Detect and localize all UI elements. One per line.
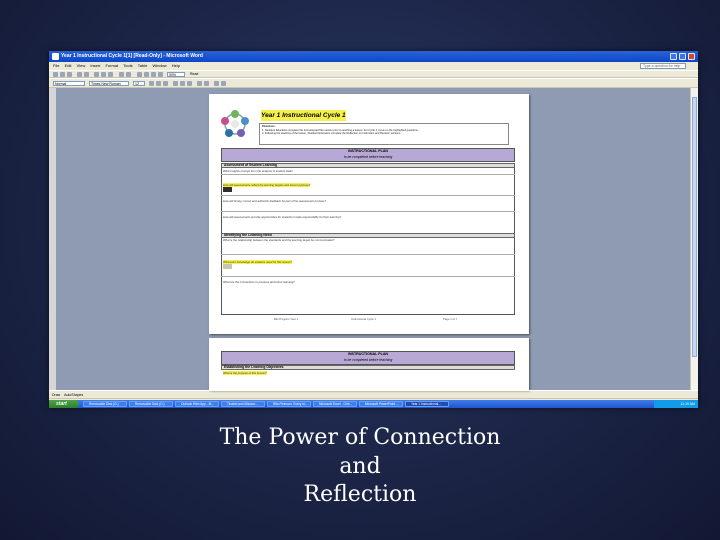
footer-center: Instructional Cycle 1: [351, 317, 377, 321]
menu-bar: File Edit View Insert Format Tools Table…: [49, 62, 698, 70]
underline-icon[interactable]: [163, 81, 168, 86]
standard-toolbar: 90% Read: [49, 70, 698, 78]
menu-table[interactable]: Table: [138, 63, 148, 68]
taskbar-item[interactable]: Microsoft PowerPoint ...: [359, 401, 403, 407]
question: What is the relationship between the sta…: [223, 238, 335, 242]
divider: [221, 276, 515, 277]
caption-line-1: The Power of Connection: [219, 425, 501, 450]
taskbar-item[interactable]: Removable Disk (G:): [129, 401, 173, 407]
maximize-button[interactable]: [679, 53, 686, 60]
divider: [221, 195, 515, 196]
taskbar: start Removable Disk (G:) Removable Disk…: [49, 400, 698, 408]
vertical-ruler: [49, 88, 56, 390]
columns-icon[interactable]: [144, 72, 149, 77]
taskbar-item[interactable]: Tinabel and Mission...: [221, 401, 265, 407]
drawing-toolbar: Draw AutoShapes: [49, 390, 698, 398]
save-icon[interactable]: [67, 72, 72, 77]
undo-icon[interactable]: [119, 72, 124, 77]
table-icon[interactable]: [137, 72, 142, 77]
font-color-icon[interactable]: [221, 81, 226, 86]
autoshapes-menu[interactable]: AutoShapes: [64, 393, 83, 397]
close-button[interactable]: [688, 53, 695, 60]
italic-icon[interactable]: [156, 81, 161, 86]
numbering-icon[interactable]: [197, 81, 202, 86]
menu-help[interactable]: Help: [172, 63, 180, 68]
cut-icon[interactable]: [94, 72, 99, 77]
zoom-select[interactable]: 90%: [167, 72, 185, 77]
help-search-input[interactable]: Type a question for help: [640, 63, 686, 69]
vertical-scrollbar[interactable]: [690, 88, 698, 390]
question: What insights emerge from the analysis o…: [223, 169, 293, 173]
footer-left: RE Program Year 1: [274, 317, 299, 321]
menu-edit[interactable]: Edit: [65, 63, 72, 68]
menu-insert[interactable]: Insert: [90, 63, 100, 68]
print-icon[interactable]: [77, 72, 82, 77]
highlighted-question: How will assessments reflect the learnin…: [223, 183, 311, 187]
align-center-icon[interactable]: [180, 81, 185, 86]
question: How will assessments provide opportuniti…: [223, 215, 342, 219]
slide-caption: The Power of Connection and Reflection: [160, 424, 560, 510]
document-title: Year 1 Instructional Cycle 1: [261, 110, 346, 121]
start-button[interactable]: start: [49, 400, 79, 408]
divider: [221, 174, 515, 175]
copy-icon[interactable]: [101, 72, 106, 77]
menu-file[interactable]: File: [53, 63, 59, 68]
scroll-thumb[interactable]: [692, 97, 697, 357]
directions-label: Directions:: [262, 125, 276, 128]
taskbar-item[interactable]: Removable Disk (G:): [83, 401, 127, 407]
cycle-logo-icon: [221, 110, 249, 137]
formatting-toolbar: Normal Times New Roman 12: [49, 78, 698, 88]
answer-block: [223, 187, 232, 192]
style-select[interactable]: Normal: [53, 81, 85, 86]
bullets-icon[interactable]: [204, 81, 209, 86]
screenshot-window: Year 1 Instructional Cycle 1[1] [Read-On…: [49, 51, 698, 408]
font-select[interactable]: Times New Roman: [89, 81, 129, 86]
open-icon[interactable]: [60, 72, 65, 77]
section-assessment: Assessment of Student Learning: [221, 163, 515, 168]
answer-block: [223, 264, 232, 269]
caption-line-2: and: [339, 453, 381, 479]
directions-box: Directions: 1. Resident Educators comple…: [259, 123, 509, 145]
font-size-select[interactable]: 12: [133, 81, 145, 86]
paste-icon[interactable]: [108, 72, 113, 77]
divider: [221, 211, 515, 212]
highlighted-question: What prior knowledge do students need fo…: [223, 260, 292, 264]
taskbar-item-active[interactable]: Year 1 Instructional...: [405, 401, 449, 407]
direction-2: 2. Following the teaching of the lesson,…: [262, 132, 401, 136]
window-title: Year 1 Instructional Cycle 1[1] [Read-On…: [61, 53, 203, 59]
draw-menu[interactable]: Draw: [52, 393, 60, 397]
taskbar-item[interactable]: Microsoft Excel - Orie...: [313, 401, 357, 407]
divider: [221, 254, 515, 255]
question: How will timely, correct and authentic f…: [223, 199, 327, 203]
menu-view[interactable]: View: [77, 63, 86, 68]
minimize-button[interactable]: [670, 53, 677, 60]
read-button[interactable]: Read: [189, 72, 203, 77]
system-tray-clock: 11:19 AM: [654, 400, 698, 408]
plan-header: INSTRUCTIONAL PLAN to be completed before…: [221, 351, 515, 365]
word-app-icon: [52, 53, 59, 60]
highlight-icon[interactable]: [214, 81, 219, 86]
title-bar: Year 1 Instructional Cycle 1[1] [Read-On…: [49, 51, 698, 62]
menu-format[interactable]: Format: [105, 63, 118, 68]
highlighted-question: What is the purpose of this lesson?: [223, 371, 267, 375]
plan-header: INSTRUCTIONAL PLAN to be completed before…: [221, 148, 515, 162]
align-right-icon[interactable]: [187, 81, 192, 86]
footer-right: Page 1 of 7: [443, 317, 458, 321]
question: What are the connections to previous and…: [223, 280, 295, 284]
document-page-1[interactable]: Year 1 Instructional Cycle 1 Directions:…: [209, 94, 529, 334]
menu-tools[interactable]: Tools: [123, 63, 132, 68]
drawing-icon[interactable]: [151, 72, 156, 77]
document-page-2[interactable]: INSTRUCTIONAL PLAN to be completed before…: [209, 338, 529, 390]
bold-icon[interactable]: [149, 81, 154, 86]
align-left-icon[interactable]: [173, 81, 178, 86]
menu-window[interactable]: Window: [152, 63, 166, 68]
taskbar-item[interactable]: Outlook Web App - M...: [175, 401, 219, 407]
taskbar-item[interactable]: Rita Pearson: Every ki...: [267, 401, 311, 407]
section-objectives: Establishing the Learning Objectives: [221, 365, 515, 370]
new-icon[interactable]: [53, 72, 58, 77]
show-hide-icon[interactable]: [158, 72, 163, 77]
caption-line-3: Reflection: [303, 482, 417, 507]
redo-icon[interactable]: [126, 72, 131, 77]
print-preview-icon[interactable]: [84, 72, 89, 77]
